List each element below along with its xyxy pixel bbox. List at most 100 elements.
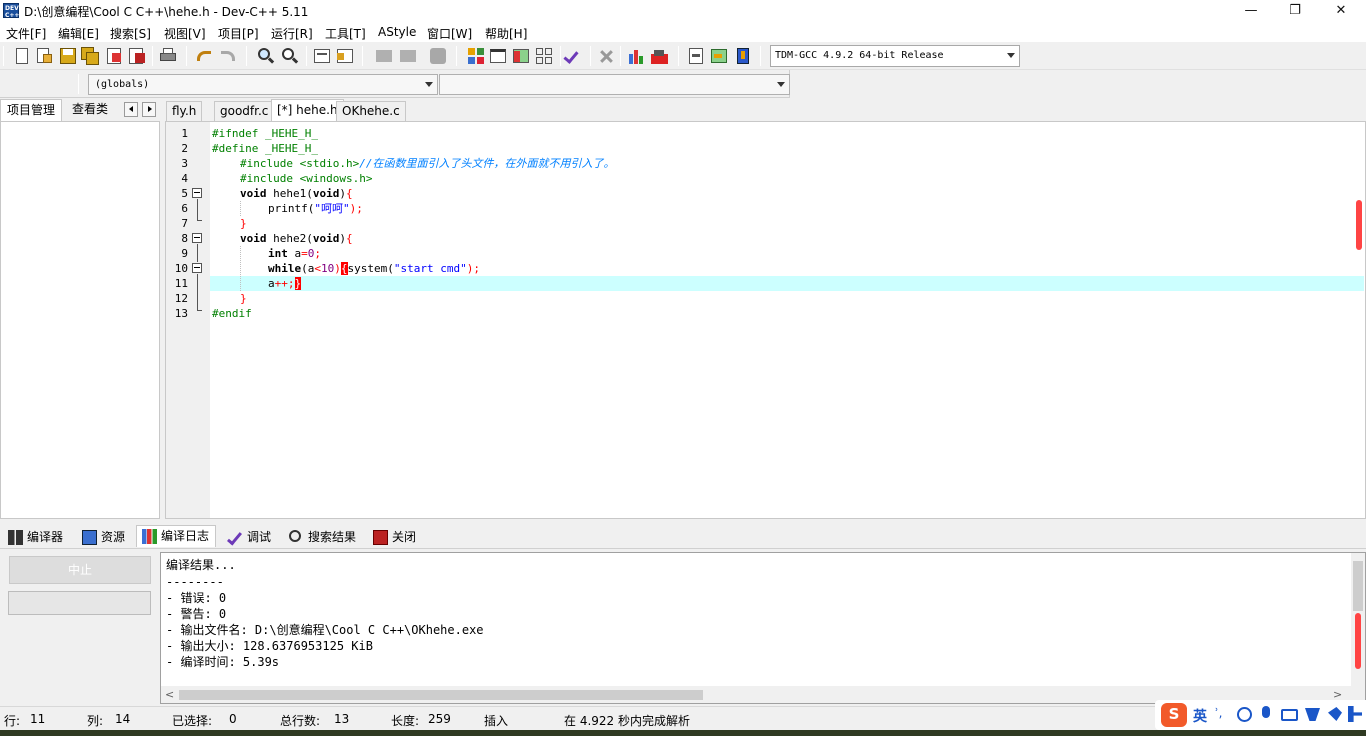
menu-file[interactable]: 文件[F]: [6, 25, 46, 42]
menu-search[interactable]: 搜索[S]: [110, 25, 151, 42]
tab-label: 调试: [247, 530, 272, 544]
project-tree[interactable]: [0, 121, 160, 519]
print-icon[interactable]: [158, 46, 178, 66]
tab-compiler[interactable]: 编译器: [2, 526, 70, 548]
tab-compile-log[interactable]: 编译日志: [136, 525, 217, 547]
line-number: 8: [181, 232, 188, 245]
tab-project-manager[interactable]: 项目管理: [0, 99, 63, 121]
scrollbar-thumb[interactable]: [1353, 561, 1363, 611]
menu-run[interactable]: 运行[R]: [271, 25, 313, 42]
keyboard-icon[interactable]: [1281, 709, 1298, 721]
toolbar-separator: [760, 46, 761, 66]
save-all-icon[interactable]: [80, 46, 100, 66]
line-number: 12: [174, 292, 188, 305]
emoji-icon[interactable]: [1237, 707, 1252, 722]
tab-okhehe-c[interactable]: OKhehe.c: [336, 101, 406, 121]
tab-class-browser[interactable]: 查看类: [66, 99, 114, 121]
compile-log-output[interactable]: 编译结果... -------- - 错误: 0 - 警告: 0 - 输出文件名…: [160, 552, 1366, 704]
window-icon[interactable]: [488, 46, 508, 66]
tab-resources[interactable]: 资源: [76, 526, 132, 548]
replace-icon[interactable]: [280, 46, 300, 66]
goto-line-icon[interactable]: [686, 46, 706, 66]
tab-label: 资源: [101, 530, 126, 544]
scroll-left-icon[interactable]: <: [165, 688, 174, 701]
indent-icon[interactable]: [312, 46, 332, 66]
menu-astyle[interactable]: AStyle: [378, 25, 416, 39]
code-keyword: void: [240, 187, 267, 200]
tab-close[interactable]: 关闭: [367, 526, 423, 548]
log-vertical-scrollbar[interactable]: [1351, 553, 1365, 703]
toolbar-separator: [678, 46, 679, 66]
code-line-6: printf("呵呵");: [268, 201, 363, 216]
compile-progress-bar: [8, 591, 151, 615]
redo-icon[interactable]: [218, 46, 238, 66]
compiler-select[interactable]: TDM-GCC 4.9.2 64-bit Release: [770, 45, 1020, 67]
tab-search-results[interactable]: 搜索结果: [283, 526, 363, 548]
close-file-icon[interactable]: [104, 46, 124, 66]
open-file-icon[interactable]: [34, 46, 54, 66]
scrollbar-thumb[interactable]: [179, 690, 703, 700]
scope-select[interactable]: (globals): [88, 74, 438, 95]
tile-icon[interactable]: [534, 46, 554, 66]
fold-toggle-icon[interactable]: [192, 263, 202, 273]
new-project-icon[interactable]: [466, 46, 486, 66]
undo-icon[interactable]: [194, 46, 214, 66]
code-symbol: ;: [314, 247, 321, 260]
menu-help[interactable]: 帮助[H]: [485, 25, 527, 42]
fold-toggle-icon[interactable]: [192, 188, 202, 198]
tab-goodfr-c[interactable]: goodfr.c: [214, 101, 275, 121]
editor-scrollbar-thumb[interactable]: [1356, 200, 1362, 250]
code-editor[interactable]: 1 2 3 4 5 6 7 8 9 10 11 12 13 #ifndef _H…: [165, 121, 1366, 519]
minimize-button[interactable]: —: [1228, 0, 1274, 22]
forward-icon[interactable]: [398, 46, 418, 66]
find-icon[interactable]: [256, 46, 276, 66]
save-icon[interactable]: [58, 46, 78, 66]
member-select[interactable]: [439, 74, 790, 95]
check-syntax-icon[interactable]: [563, 46, 584, 66]
delete-icon[interactable]: [596, 46, 616, 66]
resource-icon: [82, 530, 97, 545]
chart-icon[interactable]: [627, 46, 647, 66]
toolbar-separator: [152, 46, 153, 66]
bookmark-icon[interactable]: [428, 46, 448, 66]
tab-scroll-right-button[interactable]: [142, 102, 156, 117]
microphone-icon[interactable]: [1262, 706, 1270, 718]
tab-fly-h[interactable]: fly.h: [166, 101, 203, 121]
code-string: "呵呵": [314, 202, 350, 215]
code-keyword: void: [240, 232, 267, 245]
menu-window[interactable]: 窗口[W]: [427, 25, 472, 42]
help-book-icon[interactable]: [733, 46, 753, 66]
menu-grid-icon[interactable]: [1348, 706, 1362, 722]
menu-view[interactable]: 视图[V]: [164, 25, 206, 42]
fold-toggle-icon[interactable]: [192, 233, 202, 243]
code-keyword: void: [312, 232, 340, 245]
skin-icon[interactable]: [1305, 708, 1320, 721]
profile-icon[interactable]: [650, 46, 670, 66]
compiler-select-value: TDM-GCC 4.9.2 64-bit Release: [775, 50, 944, 61]
close-button[interactable]: ✕: [1318, 0, 1364, 22]
tab-scroll-left-button[interactable]: [124, 102, 138, 117]
line-number: 5: [181, 187, 188, 200]
menu-edit[interactable]: 编辑[E]: [58, 25, 99, 42]
status-row-value: 11: [30, 712, 46, 726]
maximize-button[interactable]: ❐: [1272, 0, 1318, 22]
close-all-icon[interactable]: [127, 46, 147, 66]
class-browser-bar: (globals): [0, 70, 790, 98]
ime-punctuation-toggle[interactable]: ʾ,: [1215, 706, 1223, 720]
new-file-icon[interactable]: [12, 46, 32, 66]
menu-project[interactable]: 项目[P]: [218, 25, 259, 42]
tab-debug[interactable]: 调试: [222, 526, 278, 548]
insert-icon[interactable]: [709, 46, 729, 66]
fold-end: [197, 310, 202, 311]
log-line: - 错误: 0: [166, 591, 227, 605]
back-icon[interactable]: [374, 46, 394, 66]
sogou-logo-icon[interactable]: S: [1161, 703, 1187, 727]
toggle-panel-icon[interactable]: [511, 46, 531, 66]
ime-language-toggle[interactable]: 英: [1193, 706, 1207, 726]
unindent-icon[interactable]: [335, 46, 355, 66]
tools-icon[interactable]: [1328, 707, 1342, 721]
abort-button[interactable]: 中止: [9, 556, 151, 584]
bottom-tabs: 编译器 资源 编译日志 调试 搜索结果 关闭: [0, 525, 1366, 548]
menu-tools[interactable]: 工具[T]: [325, 25, 366, 42]
tab-hehe-h[interactable]: [*] hehe.h: [271, 99, 344, 121]
